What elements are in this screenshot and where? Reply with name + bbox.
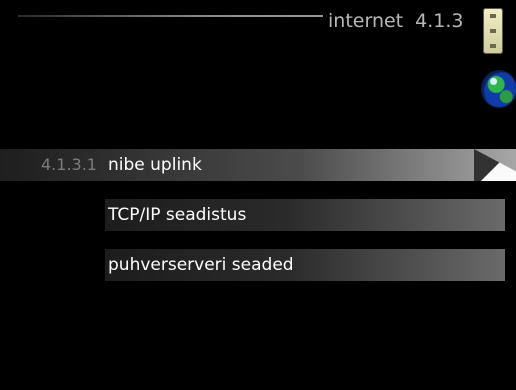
menu-item-nibe-uplink[interactable]: 4.1.3.1 nibe uplink <box>0 149 516 181</box>
menu-item-label: TCP/IP seadistus <box>108 205 247 225</box>
menu-item-label: nibe uplink <box>108 155 202 175</box>
menu-item-tcpip-settings[interactable]: TCP/IP seadistus <box>0 199 516 231</box>
menu-item-label: puhverserveri seaded <box>108 255 294 275</box>
menu-list: 4.1.3.1 nibe uplink TCP/IP seadistus puh… <box>0 0 516 390</box>
menu-item-proxy-settings[interactable]: puhverserveri seaded <box>0 249 516 281</box>
menu-item-number: 4.1.3.1 <box>41 155 97 174</box>
